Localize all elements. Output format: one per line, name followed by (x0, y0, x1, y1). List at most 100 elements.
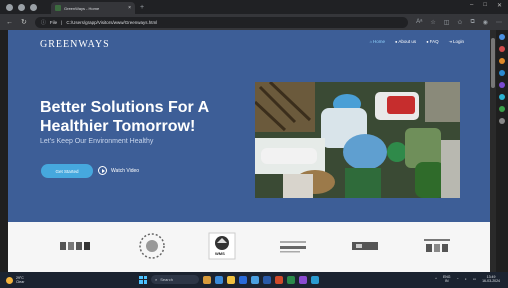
profile-avatar-icon[interactable]: ◉ (483, 19, 488, 26)
onenote-icon[interactable] (299, 275, 307, 284)
weather-desc: Clear (16, 280, 25, 284)
partner-logo-wms: WMS (208, 232, 236, 260)
login-icon: ⇥ (448, 39, 452, 44)
refresh-icon[interactable]: ↻ (21, 18, 27, 26)
browser-tab[interactable]: GreenWays - Home × (51, 2, 135, 14)
get-started-button[interactable]: Get Started (41, 164, 93, 178)
browser-tab-bar: GreenWays - Home × + – □ ✕ (0, 0, 508, 14)
minimize-icon[interactable]: – (470, 2, 473, 9)
address-bar[interactable]: ⓘ File | C:/Users/grapp/Visitors/www/Gre… (34, 16, 409, 28)
home-icon: ⌂ (369, 39, 372, 44)
games-sidebar-icon[interactable] (499, 70, 505, 76)
drop-sidebar-icon[interactable] (499, 106, 505, 112)
hero-headline: Better Solutions For A Healthier Tomorro… (40, 99, 209, 135)
window-profile-icons (0, 3, 37, 11)
watch-video-button[interactable]: Watch Video (98, 166, 139, 175)
taskbar-apps: ⌕ Search (139, 275, 319, 284)
site-logo[interactable]: GREENWAYS (40, 39, 110, 50)
close-tab-icon[interactable]: × (128, 5, 131, 11)
widgets-icon[interactable] (203, 275, 211, 284)
tab-actions-icon[interactable] (30, 3, 37, 11)
edge-icon[interactable] (215, 275, 223, 284)
favorites-icon[interactable]: ✩ (457, 19, 462, 26)
new-tab-icon[interactable]: + (140, 4, 144, 11)
info-circle-icon: ● (395, 39, 398, 44)
back-icon[interactable]: ← (6, 19, 13, 26)
system-tray: ^ ENG IN ◔ ◖ ▭ 13:49 16-03-2024 (435, 275, 500, 283)
read-aloud-icon[interactable]: Aᵃ (416, 19, 422, 26)
shopping-sidebar-icon[interactable] (499, 58, 505, 64)
tools-sidebar-icon[interactable] (499, 46, 505, 52)
partner-logo-6 (424, 239, 450, 252)
partner-logo-4 (280, 241, 306, 253)
taskbar-search[interactable]: ⌕ Search (151, 275, 199, 284)
weather-widget[interactable]: 29°C Clear (6, 276, 24, 284)
search-sidebar-icon[interactable] (499, 34, 505, 40)
wms-text: WMS (215, 251, 225, 256)
nav-about-us[interactable]: ● About us (395, 39, 416, 44)
file-label: File (49, 19, 58, 25)
favorite-star-icon[interactable]: ☆ (430, 19, 435, 26)
search-placeholder: Search (160, 277, 173, 282)
search-icon: ⌕ (155, 277, 158, 282)
nav-faq-label: FAQ (429, 39, 439, 44)
chrome-like-icon[interactable] (251, 275, 259, 284)
info-icon[interactable]: ⓘ (41, 19, 46, 26)
add-sidebar-icon[interactable] (499, 118, 505, 124)
hero-section: GREENWAYS ⌂ Home ● About us ● FAQ ⇥ Login Be… (8, 30, 490, 222)
web-page: GREENWAYS ⌂ Home ● About us ● FAQ ⇥ Login Be… (8, 30, 490, 272)
browser-toolbar: Aᵃ ☆ ◫ ✩ ⧉ ◉ ⋯ (416, 19, 502, 26)
nav-login[interactable]: ⇥ Login (449, 39, 464, 44)
clock-date: 16-03-2024 (482, 279, 500, 283)
play-icon (98, 166, 107, 175)
vscode-icon[interactable] (311, 275, 319, 284)
workspaces-icon[interactable] (18, 3, 25, 11)
battery-icon[interactable]: ▭ (473, 277, 476, 281)
wifi-icon[interactable]: ◔ (457, 277, 459, 281)
nav-home-label: Home (372, 39, 385, 44)
clock[interactable]: 13:49 16-03-2024 (482, 275, 500, 283)
profile-icon[interactable] (6, 3, 13, 11)
question-icon: ● (426, 39, 429, 44)
close-window-icon[interactable]: ✕ (497, 2, 502, 9)
powerpoint-icon[interactable] (275, 275, 283, 284)
outlook-sidebar-icon[interactable] (499, 94, 505, 100)
file-explorer-icon[interactable] (227, 275, 235, 284)
site-favicon-icon (55, 5, 61, 11)
nav-home[interactable]: ⌂ Home (370, 39, 385, 44)
store-icon[interactable] (239, 275, 247, 284)
chevron-up-icon[interactable]: ^ (435, 277, 437, 281)
partner-logo-2 (139, 233, 165, 259)
volume-icon[interactable]: ◖ (465, 277, 467, 281)
nav-about-label: About us (398, 39, 417, 44)
nav-faq[interactable]: ● FAQ (426, 39, 438, 44)
language-indicator[interactable]: ENG IN (443, 275, 451, 283)
windows-taskbar: 29°C Clear ⌕ Search ^ ENG IN ◔ ◖ ▭ 13:49… (0, 272, 508, 288)
collections-icon[interactable]: ⧉ (470, 19, 474, 26)
main-nav: ⌂ Home ● About us ● FAQ ⇥ Login (370, 39, 464, 44)
windows-start-icon[interactable] (139, 275, 147, 284)
window-controls: – □ ✕ (470, 2, 502, 9)
partner-logo-5 (352, 242, 378, 250)
sun-icon (6, 276, 13, 284)
word-icon[interactable] (263, 275, 271, 284)
hero-recycling-image (255, 82, 460, 198)
excel-icon[interactable] (287, 275, 295, 284)
url-text: C:/Users/grapp/Visitors/www/Greenways.ht… (66, 19, 158, 25)
scrollbar-thumb[interactable] (491, 38, 495, 88)
more-options-icon[interactable]: ⋯ (496, 19, 502, 26)
split-screen-icon[interactable]: ◫ (444, 19, 450, 26)
separator: | (61, 19, 63, 25)
weather-text: 29°C Clear (16, 276, 24, 284)
hero-subheadline: Let's Keep Our Environment Healthy (40, 138, 154, 145)
partner-logo-1 (60, 242, 90, 250)
edge-sidebar (496, 30, 508, 272)
office-sidebar-icon[interactable] (499, 82, 505, 88)
nav-login-label: Login (452, 39, 464, 44)
watch-video-label: Watch Video (111, 167, 140, 174)
address-bar-row: ← ↻ ⓘ File | C:/Users/grapp/Visitors/www… (0, 14, 508, 30)
browser-tab-title: GreenWays - Home (64, 5, 100, 11)
maximize-icon[interactable]: □ (483, 2, 487, 9)
partners-strip: WMS (8, 222, 490, 272)
lang-line2: IN (444, 279, 449, 283)
